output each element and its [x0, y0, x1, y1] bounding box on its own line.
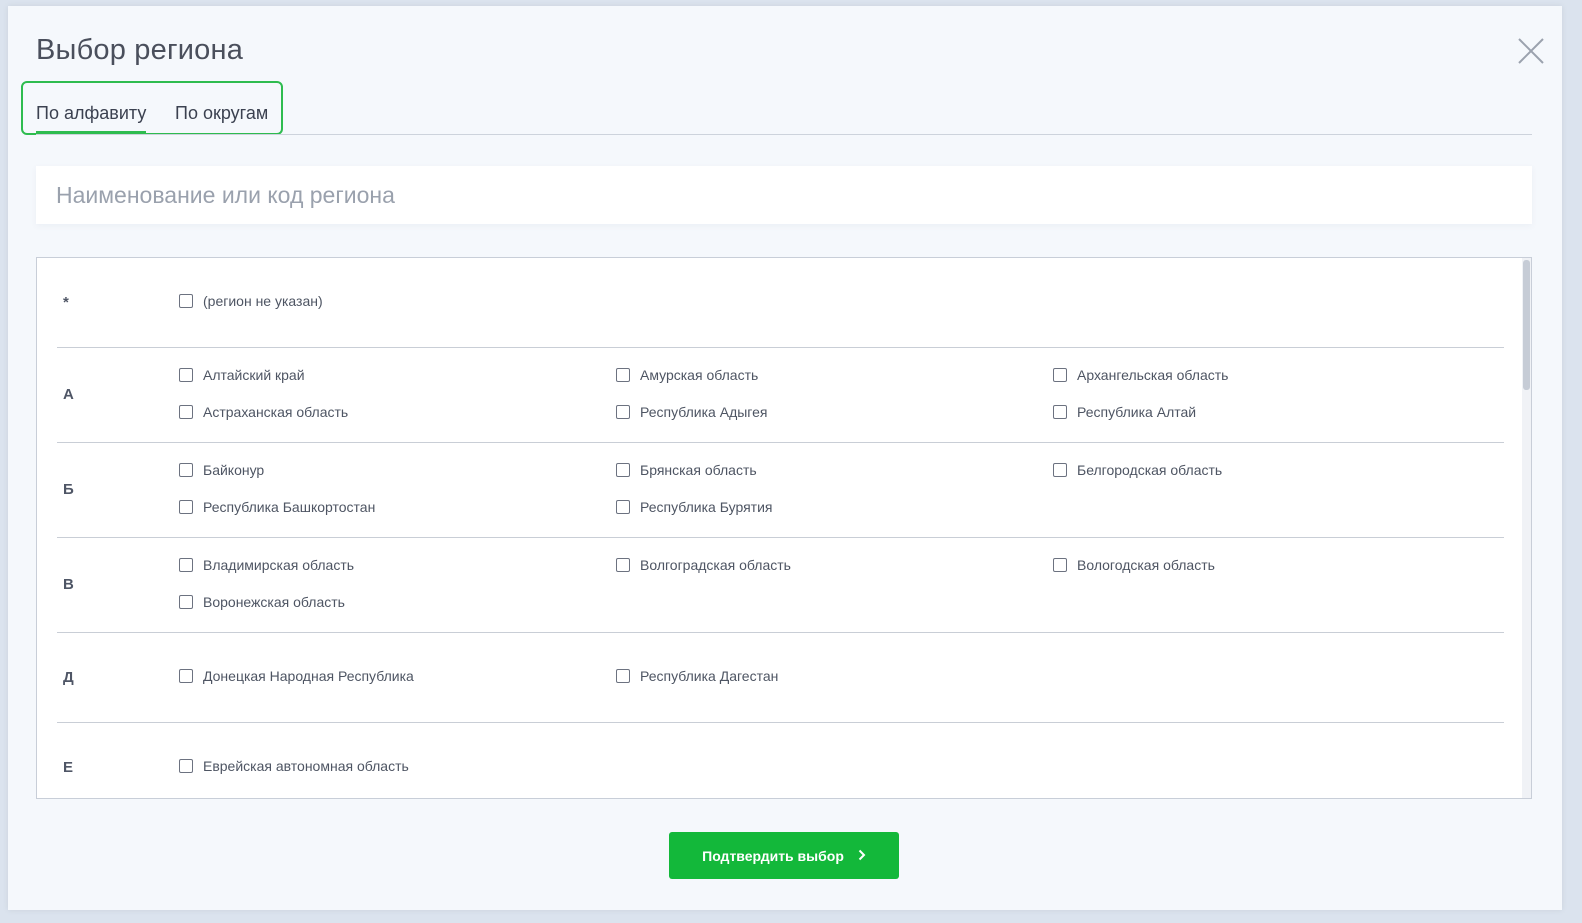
checkbox[interactable] [179, 405, 193, 419]
region-list[interactable]: * (регион не указан) А Алтайский край Ам… [36, 257, 1532, 799]
region-label: Республика Башкортостан [203, 499, 376, 515]
checkbox[interactable] [616, 669, 630, 683]
region-checkbox-item[interactable]: Алтайский край [179, 367, 305, 383]
region-label: Алтайский край [203, 367, 305, 383]
region-checkbox-item[interactable]: Астраханская область [179, 404, 348, 420]
region-checkbox-item[interactable]: Волгоградская область [616, 557, 791, 573]
confirm-selection-button[interactable]: Подтвердить выбор [669, 832, 899, 879]
region-label: Брянская область [640, 462, 757, 478]
dialog-title: Выбор региона [36, 34, 244, 66]
checkbox[interactable] [616, 368, 630, 382]
checkbox[interactable] [616, 405, 630, 419]
region-checkbox-item[interactable]: Еврейская автономная область [179, 758, 409, 774]
checkbox[interactable] [616, 463, 630, 477]
checkbox[interactable] [1053, 558, 1067, 572]
tab-districts[interactable]: По округам [175, 103, 268, 124]
group-letter: В [63, 576, 74, 593]
region-label: Астраханская область [203, 404, 349, 420]
checkbox[interactable] [1053, 405, 1067, 419]
scrollbar-track[interactable] [1522, 258, 1531, 798]
checkbox[interactable] [179, 669, 193, 683]
region-group: Е Еврейская автономная область [57, 723, 1504, 798]
region-checkbox-item[interactable]: (регион не указан) [179, 293, 323, 309]
checkbox[interactable] [179, 368, 193, 382]
checkbox[interactable] [179, 500, 193, 514]
chevron-right-icon [858, 848, 866, 864]
tab-alphabetical[interactable]: По алфавиту [36, 103, 146, 124]
region-checkbox-item[interactable]: Республика Башкортостан [179, 499, 375, 515]
checkbox[interactable] [179, 294, 193, 308]
close-icon [1518, 38, 1544, 64]
region-label: Республика Дагестан [640, 668, 779, 684]
region-checkbox-item[interactable]: Амурская область [616, 367, 758, 383]
region-select-dialog: Выбор региона По алфавиту По округам * (… [8, 6, 1562, 910]
region-checkbox-item[interactable]: Брянская область [616, 462, 757, 478]
region-group: Д Донецкая Народная Республика Республик… [57, 633, 1504, 723]
region-label: (регион не указан) [203, 293, 323, 309]
checkbox[interactable] [179, 759, 193, 773]
checkbox[interactable] [616, 500, 630, 514]
checkbox[interactable] [1053, 463, 1067, 477]
region-label: Амурская область [640, 367, 759, 383]
region-checkbox-item[interactable]: Республика Адыгея [616, 404, 767, 420]
region-label: Республика Бурятия [640, 499, 773, 515]
group-letter: * [63, 294, 69, 311]
checkbox[interactable] [179, 463, 193, 477]
group-letter: Д [63, 669, 74, 686]
region-checkbox-item[interactable]: Владимирская область [179, 557, 354, 573]
region-search-input[interactable] [36, 166, 1532, 224]
region-checkbox-item[interactable]: Республика Алтай [1053, 404, 1196, 420]
scrollbar-thumb[interactable] [1523, 260, 1530, 390]
region-label: Еврейская автономная область [203, 758, 409, 774]
region-checkbox-item[interactable]: Байконур [179, 462, 264, 478]
region-label: Республика Адыгея [640, 404, 768, 420]
tabs-divider [36, 134, 1532, 135]
group-letter: Е [63, 759, 74, 776]
region-label: Вологодская область [1077, 557, 1215, 573]
checkbox[interactable] [179, 595, 193, 609]
checkbox[interactable] [1053, 368, 1067, 382]
region-group: А Алтайский край Амурская область Арханг… [57, 348, 1504, 443]
region-checkbox-item[interactable]: Белгородская область [1053, 462, 1222, 478]
region-label: Архангельская область [1077, 367, 1229, 383]
region-label: Владимирская область [203, 557, 355, 573]
region-checkbox-item[interactable]: Вологодская область [1053, 557, 1215, 573]
confirm-button-label: Подтвердить выбор [702, 847, 844, 864]
region-checkbox-item[interactable]: Республика Бурятия [616, 499, 772, 515]
region-checkbox-item[interactable]: Донецкая Народная Республика [179, 668, 414, 684]
region-checkbox-item[interactable]: Воронежская область [179, 594, 345, 610]
region-label: Волгоградская область [640, 557, 791, 573]
region-group: В Владимирская область Волгоградская обл… [57, 538, 1504, 633]
region-checkbox-item[interactable]: Архангельская область [1053, 367, 1228, 383]
region-label: Республика Алтай [1077, 404, 1197, 420]
region-label: Байконур [203, 462, 265, 478]
region-label: Донецкая Народная Республика [203, 668, 414, 684]
region-group: Б Байконур Брянская область Белгородская… [57, 443, 1504, 538]
checkbox[interactable] [616, 558, 630, 572]
close-button[interactable] [1516, 36, 1546, 66]
group-letter: А [63, 386, 74, 403]
region-checkbox-item[interactable]: Республика Дагестан [616, 668, 778, 684]
checkbox[interactable] [179, 558, 193, 572]
region-group: * (регион не указан) [57, 258, 1504, 348]
region-label: Воронежская область [203, 594, 345, 610]
region-label: Белгородская область [1077, 462, 1223, 478]
group-letter: Б [63, 481, 74, 498]
